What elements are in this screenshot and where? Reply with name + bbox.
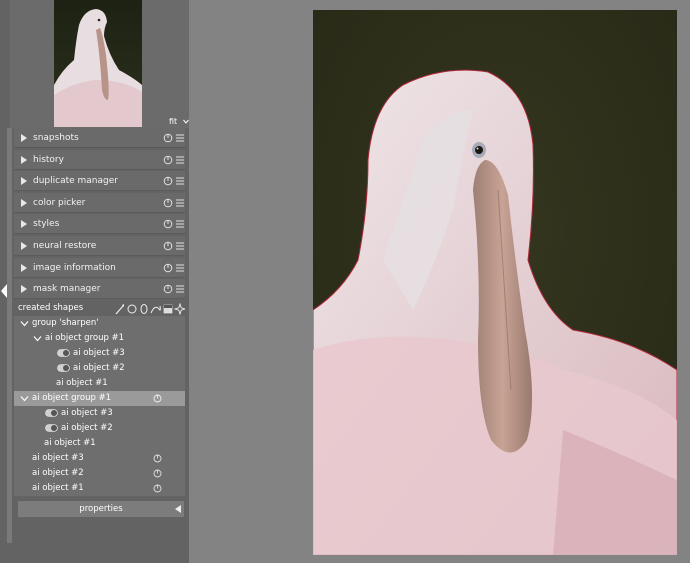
mask-tree: group 'sharpen' ai object group #1 ai ob… <box>14 316 185 496</box>
module-duplicate-manager[interactable]: duplicate manager <box>14 171 185 191</box>
panel-scrollbar[interactable] <box>7 128 12 543</box>
tree-row[interactable]: group 'sharpen' <box>14 316 185 331</box>
expand-arrow-icon <box>21 156 27 164</box>
circle-icon[interactable] <box>127 304 137 314</box>
tree-row-selected[interactable]: ai object group #1 <box>14 391 185 406</box>
shape-tools <box>115 303 185 315</box>
module-history[interactable]: history <box>14 150 185 170</box>
tree-row-label: ai object #1 <box>44 438 96 448</box>
presets-menu-icon[interactable] <box>176 263 184 273</box>
module-label: styles <box>33 219 60 229</box>
tree-row-label: ai object #3 <box>32 453 84 463</box>
collapse-arrow-icon <box>175 505 181 513</box>
properties-label: properties <box>79 504 123 514</box>
zoom-dropdown[interactable]: fit <box>169 116 193 127</box>
module-neural-restore[interactable]: neural restore <box>14 236 185 256</box>
presets-menu-icon[interactable] <box>176 241 184 251</box>
navigation-thumbnail[interactable] <box>54 0 142 127</box>
tree-row[interactable]: ai object #2 <box>14 361 185 376</box>
path-icon[interactable] <box>150 305 161 314</box>
toggle-icon[interactable] <box>45 424 58 432</box>
navigation-area: fit <box>10 0 189 128</box>
image-canvas[interactable] <box>313 10 677 555</box>
tree-row-label: ai object #2 <box>32 468 84 478</box>
toggle-icon[interactable] <box>57 364 70 372</box>
chevron-down-icon[interactable] <box>20 319 29 328</box>
module-styles[interactable]: styles <box>14 214 185 234</box>
ellipse-icon[interactable] <box>140 304 148 314</box>
tree-row[interactable]: ai object #2 <box>14 466 185 481</box>
module-color-picker[interactable]: color picker <box>14 193 185 213</box>
presets-menu-icon[interactable] <box>176 176 184 186</box>
tree-row[interactable]: ai object #1 <box>14 436 185 451</box>
tree-row-label: ai object #3 <box>73 348 125 358</box>
tree-row[interactable]: ai object #3 <box>14 406 185 421</box>
chevron-down-icon <box>182 119 189 124</box>
expand-arrow-icon <box>21 134 27 142</box>
module-image-information[interactable]: image information <box>14 258 185 278</box>
tree-row-label: ai object #1 <box>56 378 108 388</box>
module-label: color picker <box>33 198 86 208</box>
tree-row[interactable]: ai object group #1 <box>14 331 185 346</box>
tree-row-label: group 'sharpen' <box>32 318 99 328</box>
tree-row-label: ai object #1 <box>32 483 84 493</box>
brush-icon[interactable] <box>115 304 124 315</box>
tree-row[interactable]: ai object #3 <box>14 451 185 466</box>
created-shapes-header: created shapes <box>14 301 185 316</box>
chevron-down-icon[interactable] <box>33 334 42 343</box>
ai-object-icon[interactable] <box>173 303 185 315</box>
expand-arrow-icon <box>21 242 27 250</box>
expand-arrow-icon <box>21 177 27 185</box>
toggle-icon[interactable] <box>57 349 70 357</box>
module-mask-manager[interactable]: mask manager <box>14 279 185 299</box>
module-label: duplicate manager <box>33 176 118 186</box>
presets-menu-icon[interactable] <box>176 155 184 165</box>
presets-menu-icon[interactable] <box>176 198 184 208</box>
collapse-panel-arrow-icon[interactable] <box>0 283 8 299</box>
reset-icon[interactable] <box>163 155 173 165</box>
zoom-label: fit <box>169 117 178 126</box>
tree-row-label: ai object #2 <box>61 423 113 433</box>
presets-menu-icon[interactable] <box>176 219 184 229</box>
tree-row[interactable]: ai object #1 <box>14 376 185 391</box>
tree-row-label: ai object group #1 <box>32 393 112 403</box>
properties-section[interactable]: properties <box>18 501 184 517</box>
module-label: history <box>33 155 64 165</box>
left-panel: fit snapshots history duplicate manager … <box>0 0 189 563</box>
power-icon[interactable] <box>153 469 162 478</box>
created-shapes-label: created shapes <box>18 303 84 313</box>
reset-icon[interactable] <box>163 176 173 186</box>
module-label: image information <box>33 263 116 273</box>
expand-arrow-icon <box>21 199 27 207</box>
reset-icon[interactable] <box>163 198 173 208</box>
tree-row-label: ai object #3 <box>61 408 113 418</box>
tree-row[interactable]: ai object #3 <box>14 346 185 361</box>
presets-menu-icon[interactable] <box>176 284 184 294</box>
expand-arrow-icon <box>21 285 27 293</box>
reset-icon[interactable] <box>163 133 173 143</box>
gradient-icon[interactable] <box>163 304 173 314</box>
presets-menu-icon[interactable] <box>176 133 184 143</box>
power-icon[interactable] <box>153 394 162 403</box>
spoonbill-photo <box>313 10 677 555</box>
tree-row-label: ai object #2 <box>73 363 125 373</box>
tree-row-label: ai object group #1 <box>45 333 125 343</box>
module-label: snapshots <box>33 133 79 143</box>
chevron-down-icon[interactable] <box>20 394 29 403</box>
power-icon[interactable] <box>153 454 162 463</box>
tree-row[interactable]: ai object #2 <box>14 421 185 436</box>
reset-icon[interactable] <box>163 263 173 273</box>
toggle-icon[interactable] <box>45 409 58 417</box>
expand-arrow-icon <box>21 264 27 272</box>
module-label: neural restore <box>33 241 97 251</box>
tree-row[interactable]: ai object #1 <box>14 481 185 496</box>
reset-icon[interactable] <box>163 241 173 251</box>
power-icon[interactable] <box>153 484 162 493</box>
module-snapshots[interactable]: snapshots <box>14 128 185 148</box>
reset-icon[interactable] <box>163 284 173 294</box>
reset-icon[interactable] <box>163 219 173 229</box>
expand-arrow-icon <box>21 220 27 228</box>
module-label: mask manager <box>33 284 101 294</box>
